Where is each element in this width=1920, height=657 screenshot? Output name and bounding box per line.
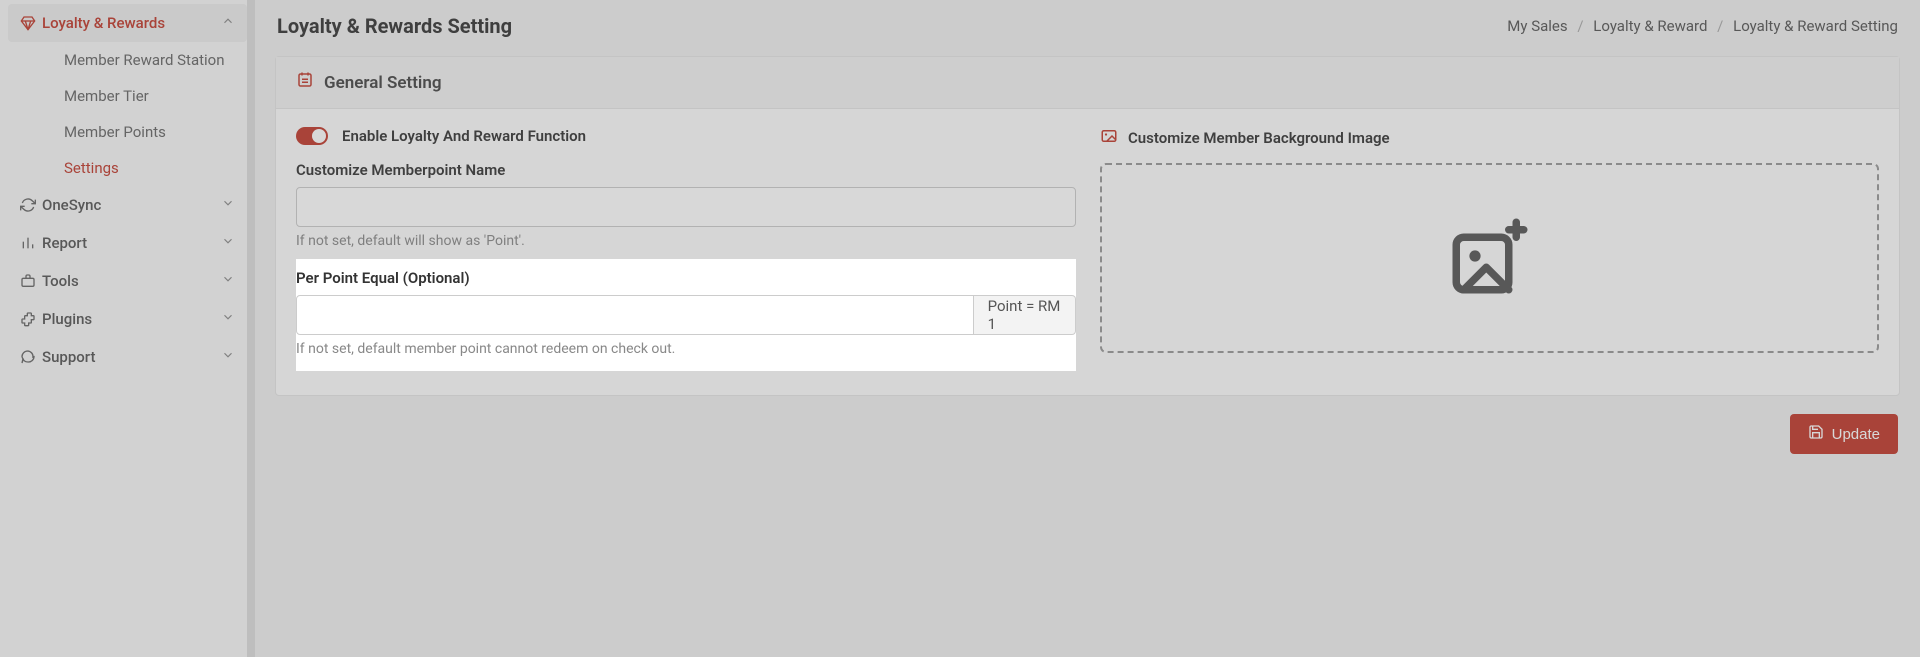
sidebar-item-member-points[interactable]: Member Points <box>54 114 247 150</box>
sidebar-sub-loyalty: Member Reward Station Member Tier Member… <box>8 42 247 186</box>
bar-chart-icon <box>20 235 42 251</box>
breadcrumb-item[interactable]: Loyalty & Reward <box>1593 17 1707 35</box>
breadcrumb-item[interactable]: My Sales <box>1507 17 1567 35</box>
sidebar-item-report[interactable]: Report <box>8 224 247 262</box>
chevron-down-icon <box>221 272 235 290</box>
sync-icon <box>20 197 42 213</box>
gem-icon <box>20 15 42 31</box>
card-header: General Setting <box>276 57 1899 109</box>
page-title: Loyalty & Rewards Setting <box>277 14 512 38</box>
breadcrumb-sep: / <box>1717 17 1723 35</box>
chevron-down-icon <box>221 348 235 366</box>
memberpoint-name-input[interactable] <box>296 187 1076 227</box>
footer: Update <box>275 396 1900 454</box>
save-icon <box>1808 424 1824 444</box>
update-button-label: Update <box>1832 426 1880 443</box>
memberpoint-name-label: Customize Memberpoint Name <box>296 161 1076 179</box>
sidebar-item-support[interactable]: Support <box>8 338 247 376</box>
chevron-down-icon <box>221 234 235 252</box>
card-title: General Setting <box>324 73 442 93</box>
toolbox-icon <box>20 273 42 289</box>
chevron-up-icon <box>221 14 235 32</box>
sidebar-item-label: Report <box>42 234 221 252</box>
calendar-list-icon <box>296 71 314 94</box>
topbar: Loyalty & Rewards Setting My Sales / Loy… <box>275 0 1900 56</box>
bg-image-upload[interactable] <box>1100 163 1879 353</box>
chevron-down-icon <box>221 310 235 328</box>
chevron-down-icon <box>221 196 235 214</box>
chat-icon <box>20 349 42 365</box>
bg-image-label: Customize Member Background Image <box>1128 129 1390 147</box>
update-button[interactable]: Update <box>1790 414 1898 454</box>
memberpoint-name-help: If not set, default will show as 'Point'… <box>296 233 1076 249</box>
image-icon <box>1100 127 1118 149</box>
per-point-help: If not set, default member point cannot … <box>296 341 1076 357</box>
sidebar-item-plugins[interactable]: Plugins <box>8 300 247 338</box>
settings-card: General Setting Enable Loyalty And Rewar… <box>275 56 1900 396</box>
card-right-column: Customize Member Background Image <box>1100 127 1879 371</box>
sidebar-item-tools[interactable]: Tools <box>8 262 247 300</box>
per-point-field: Per Point Equal (Optional) Point = RM 1 … <box>296 259 1076 371</box>
sidebar-item-label: OneSync <box>42 196 221 214</box>
sidebar-item-member-tier[interactable]: Member Tier <box>54 78 247 114</box>
breadcrumb-sep: / <box>1577 17 1583 35</box>
card-body: Enable Loyalty And Reward Function Custo… <box>276 109 1899 395</box>
enable-loyalty-toggle[interactable] <box>296 127 328 145</box>
sidebar-scrollbar[interactable] <box>247 0 255 657</box>
sidebar-item-onesync[interactable]: OneSync <box>8 186 247 224</box>
add-image-icon <box>1445 211 1535 305</box>
enable-toggle-row: Enable Loyalty And Reward Function <box>296 127 1076 145</box>
sidebar-item-label: Support <box>42 348 221 366</box>
card-left-column: Enable Loyalty And Reward Function Custo… <box>296 127 1076 371</box>
per-point-label: Per Point Equal (Optional) <box>296 269 1076 287</box>
memberpoint-name-field: Customize Memberpoint Name If not set, d… <box>296 161 1076 249</box>
sidebar-item-loyalty[interactable]: Loyalty & Rewards <box>8 4 247 42</box>
per-point-input[interactable] <box>296 295 974 335</box>
bg-image-label-row: Customize Member Background Image <box>1100 127 1879 149</box>
main: Loyalty & Rewards Setting My Sales / Loy… <box>255 0 1920 657</box>
enable-loyalty-label: Enable Loyalty And Reward Function <box>342 127 586 145</box>
sidebar: Loyalty & Rewards Member Reward Station … <box>0 0 255 657</box>
breadcrumb-item: Loyalty & Reward Setting <box>1733 17 1898 35</box>
sidebar-item-label: Tools <box>42 272 221 290</box>
sidebar-item-settings[interactable]: Settings <box>54 150 247 186</box>
sidebar-item-label: Loyalty & Rewards <box>42 14 221 32</box>
breadcrumb: My Sales / Loyalty & Reward / Loyalty & … <box>1507 17 1898 35</box>
plugin-icon <box>20 311 42 327</box>
sidebar-item-label: Plugins <box>42 310 221 328</box>
per-point-input-group: Point = RM 1 <box>296 295 1076 335</box>
per-point-addon: Point = RM 1 <box>974 295 1076 335</box>
sidebar-item-reward-station[interactable]: Member Reward Station <box>54 42 247 78</box>
